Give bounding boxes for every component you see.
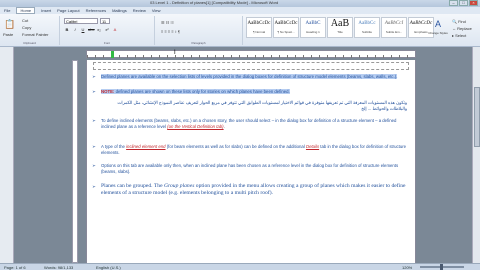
maximize-icon[interactable]: □ xyxy=(459,0,468,6)
tab-home[interactable]: Home xyxy=(16,7,36,14)
paragraph-text: Defined planes are available on the sele… xyxy=(101,74,398,79)
editing-group: 🔍 Find ↔ Replace ▸ Select xyxy=(452,18,472,39)
change-styles-icon: A xyxy=(434,19,441,29)
header-area xyxy=(93,62,409,70)
paragraph-text: Options on this tab are available only t… xyxy=(101,163,399,174)
select-button[interactable]: ▸ Select xyxy=(452,32,472,39)
ruler-ticks xyxy=(87,55,415,58)
format-painter-button[interactable]: Format Painter xyxy=(22,32,48,37)
list-item: ➢ A type of the inclined element end (fo… xyxy=(92,144,407,155)
ribbon: 📋 Paste Cut Copy Format Painter Clipboar… xyxy=(0,14,480,47)
replace-button[interactable]: ↔ Replace xyxy=(452,25,472,32)
zoom-level[interactable]: 120% xyxy=(402,265,412,270)
style-normal[interactable]: AaBbCcDc ¶ Normal xyxy=(246,17,272,38)
arrow-bullet-icon: ➢ xyxy=(92,163,96,168)
details-term: Details xyxy=(305,144,320,149)
tab-references[interactable]: References xyxy=(86,8,106,13)
strikethrough-button[interactable]: abe xyxy=(88,27,95,33)
font-name-input[interactable]: Calibri xyxy=(64,18,98,24)
paragraph-group: ☰ ☷ ⁝≡ ≡ ≡ ≡ ≡ ↕ ¶ Paragraph xyxy=(155,16,243,45)
bullets-icon[interactable]: ☰ ☷ ⁝≡ xyxy=(161,20,174,25)
arabic-paragraph: وتكون هذه المستويات المعرفة التي تم تعري… xyxy=(117,100,407,111)
styles-gallery: AaBbCcDc ¶ Normal AaBbCcDc ¶ No Spaci... A… xyxy=(246,17,434,38)
paragraph-text: To define inclined elements (beams, slab… xyxy=(101,118,397,129)
tab-mailings[interactable]: Mailings xyxy=(112,8,127,13)
style-no-spacing[interactable]: AaBbCcDc ¶ No Spaci... xyxy=(273,17,299,38)
list-item: ➢ To define inclined elements (beams, sl… xyxy=(92,118,397,129)
page-count[interactable]: Page: 1 of 6 xyxy=(4,265,26,270)
language-indicator[interactable]: English (U.S.) xyxy=(96,265,121,270)
style-heading-1[interactable]: AaBbC Heading 1 xyxy=(300,17,326,38)
bold-button[interactable]: B xyxy=(64,27,70,33)
document-page[interactable]: ➢ Defined planes are available on the se… xyxy=(86,60,416,263)
paste-button[interactable]: Paste xyxy=(3,32,13,37)
document-area: ➢ Defined planes are available on the se… xyxy=(14,47,472,263)
vertical-ruler xyxy=(72,60,78,263)
ribbon-tabs: File Home Insert Page Layout References … xyxy=(0,7,480,14)
superscript-button[interactable]: x² xyxy=(104,27,110,33)
window-controls: – □ × xyxy=(449,0,478,6)
list-item: ➢ Planes can be grouped. The Group plane… xyxy=(92,183,406,196)
mouse-cursor-icon: I xyxy=(174,50,176,56)
font-group-label: Font xyxy=(103,41,110,45)
arrow-bullet-icon: ➢ xyxy=(92,144,96,149)
list-item: ➢ Options on this tab are available only… xyxy=(92,163,407,175)
style-subtitle[interactable]: AaBbCc Subtitle xyxy=(354,17,380,38)
indent-marker[interactable] xyxy=(111,51,114,58)
tab-file[interactable]: File xyxy=(4,8,10,13)
left-panel xyxy=(0,47,14,263)
horizontal-ruler[interactable] xyxy=(86,50,416,58)
style-subtle-emphasis[interactable]: AaBbCcI Subtle Em... xyxy=(381,17,407,38)
cut-button[interactable]: Cut xyxy=(22,18,28,23)
clipboard-group-label: Clipboard xyxy=(23,41,36,45)
font-color-button[interactable]: A xyxy=(112,27,118,33)
list-item: ➢ NOTE: defined planes are shown on thes… xyxy=(92,89,407,95)
status-bar: Page: 1 of 6 Words: 98/1,133 English (U.… xyxy=(0,263,480,270)
change-styles-label: Change Styles xyxy=(428,31,448,35)
arrow-bullet-icon: ➢ xyxy=(92,74,96,79)
vertical-scrollbar[interactable] xyxy=(472,47,480,263)
word-count[interactable]: Words: 98/1,133 xyxy=(44,265,73,270)
arrow-bullet-icon: ➢ xyxy=(92,118,96,123)
scrollbar-thumb[interactable] xyxy=(474,87,480,147)
window-title: 03 Level 1 - Definition of planes[1] [Co… xyxy=(150,0,279,5)
font-format-buttons: B I U abe x₂ x² A xyxy=(64,27,118,33)
tab-view[interactable]: View xyxy=(152,8,161,13)
list-item: ➢ Defined planes are available on the se… xyxy=(92,74,407,80)
close-icon[interactable]: × xyxy=(469,0,478,6)
group-planes-term: Group planes xyxy=(163,183,195,189)
tab-page-layout[interactable]: Page Layout xyxy=(57,8,79,13)
note-label: NOTE: xyxy=(101,89,115,94)
zoom-slider[interactable] xyxy=(420,264,464,270)
clipboard-group: 📋 Paste Cut Copy Format Painter Clipboar… xyxy=(0,16,60,45)
arrow-bullet-icon: ➢ xyxy=(92,89,96,94)
subscript-button[interactable]: x₂ xyxy=(96,27,102,33)
change-styles-button[interactable]: A Change Styles xyxy=(428,17,448,41)
paste-icon[interactable]: 📋 xyxy=(4,19,15,30)
paragraph-text: defined planes are shown on these lists … xyxy=(114,89,290,94)
paragraph-group-label: Paragraph xyxy=(191,41,206,45)
font-size-input[interactable]: 11 xyxy=(100,18,110,24)
style-title[interactable]: AaB Title xyxy=(327,17,353,38)
minimize-icon[interactable]: – xyxy=(449,0,458,6)
copy-button[interactable]: Copy xyxy=(22,25,31,30)
tab-review[interactable]: Review xyxy=(133,8,146,13)
italic-button[interactable]: I xyxy=(72,27,78,33)
tab-insert[interactable]: Insert xyxy=(41,8,51,13)
inclined-element-end-term: inclined element end xyxy=(126,144,166,149)
arrow-bullet-icon: ➢ xyxy=(92,184,96,189)
find-button[interactable]: 🔍 Find xyxy=(452,18,472,25)
title-bar: 03 Level 1 - Definition of planes[1] [Co… xyxy=(0,0,480,7)
underline-button[interactable]: U xyxy=(80,27,86,33)
vertical-definition-link: (on the Vertical Definition tab) xyxy=(167,124,224,129)
zoom-slider-handle[interactable] xyxy=(440,264,443,270)
align-icons[interactable]: ≡ ≡ ≡ ≡ ↕ ¶ xyxy=(161,29,180,34)
